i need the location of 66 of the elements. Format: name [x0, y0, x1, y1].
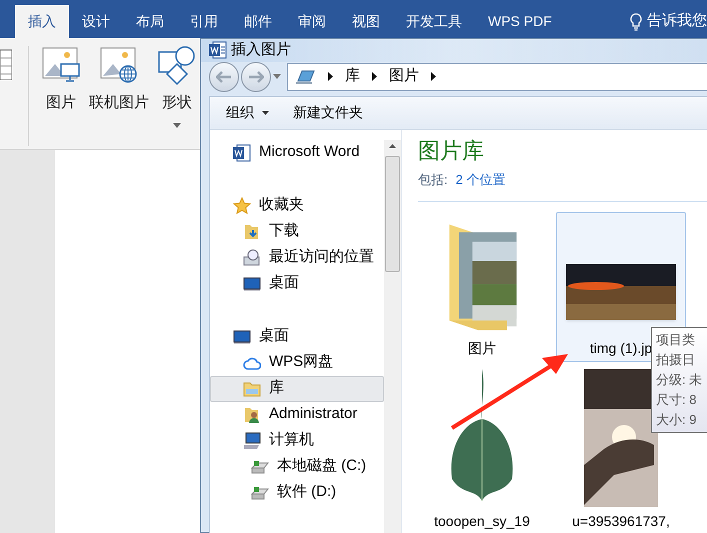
file-name[interactable]: timg (1).jp	[590, 338, 652, 359]
star-icon	[233, 196, 251, 214]
arrow-icon	[248, 70, 264, 82]
back-button[interactable]	[209, 62, 239, 92]
scroll-up-icon	[389, 144, 396, 148]
includes-label: 包括:	[418, 170, 448, 188]
insert-shapes-button[interactable]: 形状	[153, 46, 201, 128]
locations-link[interactable]: 2 个位置	[456, 170, 506, 189]
insert-online-button[interactable]: 联机图片	[85, 46, 153, 114]
new-folder-button[interactable]: 新建文件夹	[293, 102, 363, 123]
shapes-icon	[157, 46, 197, 86]
ribbon-tab[interactable]: WPS PDF	[475, 5, 565, 38]
nav-item[interactable]: 计算机	[210, 428, 384, 454]
recent-icon	[243, 248, 261, 266]
file-name[interactable]: 图片	[468, 338, 496, 359]
chevron-icon	[431, 72, 436, 81]
nav-item[interactable]: 下载	[210, 218, 384, 244]
tooltip-line: 尺寸: 8	[656, 390, 698, 408]
tooltip-line: 分级: 未	[656, 370, 704, 388]
breadcrumb-item[interactable]: 库	[345, 65, 360, 88]
ribbon-tab[interactable]: 开发工具	[393, 5, 475, 38]
organize-button[interactable]: 组织	[226, 102, 269, 123]
ribbon-tab[interactable]: 布局	[123, 5, 177, 38]
nav-item[interactable]: 桌面	[210, 324, 384, 350]
file-name[interactable]: tooopen_sy_19	[434, 511, 530, 532]
lightbulb-icon	[629, 12, 643, 30]
forward-button[interactable]	[241, 62, 271, 92]
ribbon-tab[interactable]: 审阅	[285, 5, 339, 38]
nav-item[interactable]: 桌面	[210, 270, 384, 296]
desktop-icon	[233, 328, 251, 346]
tell-me-search[interactable]: 告诉我您	[647, 10, 707, 33]
ribbon-tab[interactable]: 视图	[339, 5, 393, 38]
word-icon	[233, 144, 251, 162]
library-icon	[243, 380, 261, 398]
download-icon	[243, 222, 261, 240]
computer-icon	[296, 68, 316, 84]
ribbon-tab[interactable]: 设计	[69, 5, 123, 38]
nav-item[interactable]: Microsoft Word	[210, 140, 384, 166]
desktop-icon	[243, 274, 261, 292]
caret-icon	[262, 110, 269, 114]
chevron-icon	[372, 72, 377, 81]
computer-icon	[243, 432, 261, 450]
dialog-title: 插入图片	[231, 40, 291, 60]
breadcrumb-item[interactable]: 图片	[389, 65, 419, 88]
address-bar[interactable]: 库 图片	[287, 62, 707, 90]
nav-item[interactable]: WPS网盘	[210, 350, 384, 376]
nav-item[interactable]: 收藏夹	[210, 192, 384, 218]
arrow-icon	[216, 70, 232, 82]
nav-item[interactable]: 本地磁盘 (C:)	[210, 454, 384, 480]
nav-item[interactable]: Administrator	[210, 402, 384, 428]
ribbon-tab[interactable]: 引用	[177, 5, 231, 38]
user-icon	[243, 406, 261, 424]
insert-picture-button[interactable]: 图片	[37, 46, 85, 114]
ribbon-tab[interactable]: 插入	[15, 5, 69, 38]
tooltip-line: 大小: 9	[656, 410, 698, 428]
ribbon-tab[interactable]: 邮件	[231, 5, 285, 38]
nav-item[interactable]: 软件 (D:)	[210, 480, 384, 506]
dropdown-icon	[273, 74, 281, 79]
word-icon	[209, 41, 227, 60]
chevron-icon	[328, 72, 333, 81]
library-title: 图片库	[418, 140, 485, 162]
caret-icon	[173, 122, 181, 128]
file-name[interactable]: u=3953961737,	[572, 511, 670, 532]
nav-item[interactable]: 库	[210, 376, 384, 402]
nav-item[interactable]: 最近访问的位置	[210, 244, 384, 270]
scrollbar[interactable]	[384, 140, 401, 533]
